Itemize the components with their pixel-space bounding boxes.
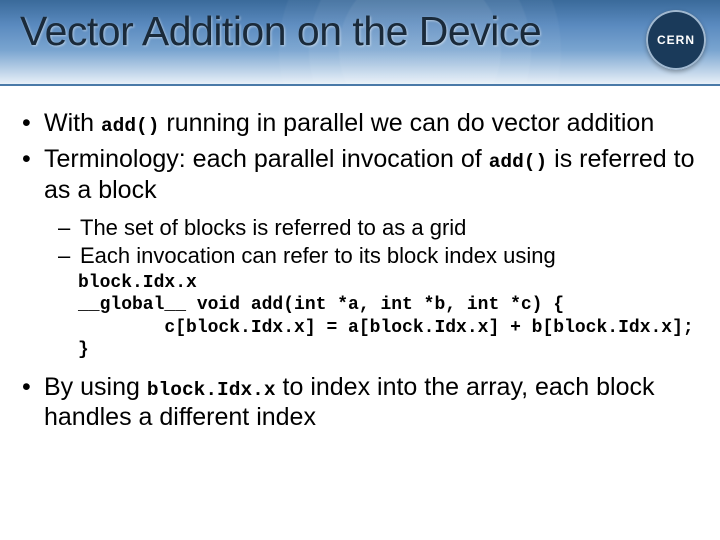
bullet-1: With add() running in parallel we can do… [22, 108, 698, 138]
text: Terminology: each parallel invocation of [44, 145, 489, 173]
bullet-3: By using block.Idx.x to index into the a… [22, 372, 698, 432]
code-block: block.Idx.x __global__ void add(int *a, … [78, 272, 698, 362]
slide-header: Vector Addition on the Device CERN [0, 0, 720, 86]
main-bullet-list: With add() running in parallel we can do… [22, 108, 698, 432]
slide-title: Vector Addition on the Device [20, 8, 541, 55]
sub-bullet-2: Each invocation can refer to its block i… [58, 243, 698, 269]
slide-content: With add() running in parallel we can do… [0, 86, 720, 432]
sub-bullet-1: The set of blocks is referred to as a gr… [58, 215, 698, 241]
code-line-4: } [78, 340, 89, 360]
code-inline-add: add() [489, 151, 548, 173]
code-line-2: __global__ void add(int *a, int *b, int … [78, 295, 564, 315]
code-line-3: c[block.Idx.x] = a[block.Idx.x] + b[bloc… [78, 318, 694, 338]
text: With [44, 109, 101, 137]
code-inline-blockidx: block.Idx.x [147, 379, 276, 401]
cern-logo: CERN [646, 10, 706, 70]
code-line-1: block.Idx.x [78, 273, 197, 293]
text: The set of blocks is referred to as a [80, 215, 430, 240]
sub-bullet-list: The set of blocks is referred to as a gr… [58, 215, 698, 270]
keyword-block: block [98, 176, 156, 204]
keyword-grid: grid [430, 215, 467, 240]
text: By using [44, 373, 147, 401]
cern-logo-text: CERN [646, 10, 706, 70]
bullet-2: Terminology: each parallel invocation of… [22, 144, 698, 361]
code-inline-add: add() [101, 115, 160, 137]
text: running in parallel we can do vector add… [159, 109, 654, 137]
text: Each invocation can refer to its block i… [80, 243, 556, 268]
